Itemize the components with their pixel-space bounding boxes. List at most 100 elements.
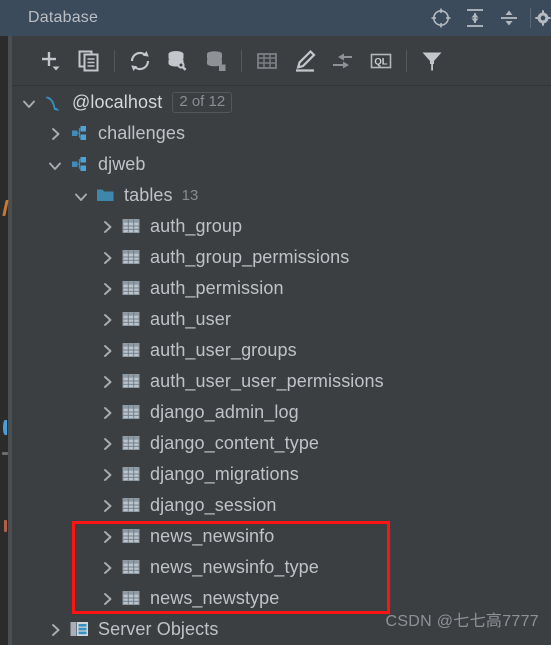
table-icon (118, 490, 144, 521)
table-editor-icon[interactable] (248, 42, 286, 80)
sliver-header (0, 0, 12, 36)
tree-node-djweb[interactable]: djweb (12, 149, 551, 180)
tree-node-label: auth_group (150, 216, 243, 236)
tree-node-label: djweb (98, 154, 146, 174)
tree-node-label: @localhost (72, 92, 163, 112)
table-icon (118, 583, 144, 614)
tree-node-django_content_type[interactable]: django_content_type (12, 428, 551, 459)
adjacent-editor-sliver (0, 0, 12, 645)
tree-node-label: django_content_type (150, 433, 320, 453)
tree-node-auth_user_groups[interactable]: auth_user_groups (12, 335, 551, 366)
tool-window-header: Database (12, 0, 551, 36)
folder-icon (92, 180, 118, 211)
table-icon (118, 273, 144, 304)
chevron-right-icon[interactable] (96, 490, 118, 521)
toolbar-divider-3 (406, 49, 407, 72)
tree-node-challenges[interactable]: challenges (12, 118, 551, 149)
chevron-right-icon[interactable] (96, 242, 118, 273)
chevron-right-icon[interactable] (96, 273, 118, 304)
filter-icon[interactable] (413, 42, 451, 80)
child-count-badge: 13 (181, 187, 199, 204)
tree-node-news_newsinfo[interactable]: news_newsinfo (12, 521, 551, 552)
watermark: CSDN @七七高7777 (385, 613, 539, 630)
collapse-all-icon[interactable] (492, 0, 526, 36)
chevron-right-icon[interactable] (96, 366, 118, 397)
header-divider (530, 8, 531, 28)
chevron-down-icon[interactable] (70, 180, 92, 211)
table-icon (118, 366, 144, 397)
tree-node-news_newsinfo_type[interactable]: news_newsinfo_type (12, 552, 551, 583)
table-icon (118, 428, 144, 459)
chevron-right-icon[interactable] (96, 552, 118, 583)
tree-node-auth_permission[interactable]: auth_permission (12, 273, 551, 304)
modify-icon[interactable] (286, 42, 324, 80)
table-icon (118, 521, 144, 552)
chevron-right-icon[interactable] (96, 583, 118, 614)
chevron-right-icon[interactable] (96, 335, 118, 366)
tree-node-auth_group[interactable]: auth_group (12, 211, 551, 242)
tree-node-tables[interactable]: tables 13 (12, 180, 551, 211)
query-language-icon[interactable]: QL (362, 42, 400, 80)
chevron-right-icon[interactable] (44, 614, 66, 645)
tree-node-label: auth_user_groups (150, 340, 297, 360)
tree-node-auth_user_user_permissions[interactable]: auth_user_user_permissions (12, 366, 551, 397)
svg-text:QL: QL (374, 56, 387, 67)
tree-node-django_migrations[interactable]: django_migrations (12, 459, 551, 490)
sliver-code-fragment-red (4, 520, 7, 532)
tree-node-label: auth_group_permissions (150, 247, 350, 267)
tree-node-django_admin_log[interactable]: django_admin_log (12, 397, 551, 428)
table-icon (118, 335, 144, 366)
tree-node-auth_group_permissions[interactable]: auth_group_permissions (12, 242, 551, 273)
jump-to-icon[interactable] (324, 42, 362, 80)
schema-selection-badge[interactable]: 2 of 12 (172, 91, 233, 114)
tree-node-label: auth_permission (150, 278, 284, 298)
mysql-dolphin-icon (40, 87, 66, 118)
settings-gear-icon[interactable] (535, 0, 551, 36)
expand-all-icon[interactable] (458, 0, 492, 36)
tree-node-label: auth_user (150, 309, 231, 329)
chevron-right-icon[interactable] (96, 459, 118, 490)
table-icon (118, 242, 144, 273)
tree-node-label: Server Objects (98, 619, 219, 639)
table-icon (118, 397, 144, 428)
tree-node-django_session[interactable]: django_session (12, 490, 551, 521)
chevron-down-icon[interactable] (18, 87, 40, 118)
server-objects-icon (66, 614, 92, 645)
table-icon (118, 304, 144, 335)
chevron-right-icon[interactable] (96, 397, 118, 428)
data-sources-icon[interactable] (197, 42, 235, 80)
tree-node-label: django_admin_log (150, 402, 299, 422)
database-tools-icon[interactable] (159, 42, 197, 80)
header-action-group (424, 0, 551, 36)
chevron-right-icon[interactable] (44, 118, 66, 149)
sliver-code-fragment-gray (2, 452, 8, 455)
tree-node-label: news_newstype (150, 588, 280, 608)
toolbar-divider-2 (241, 49, 242, 72)
table-icon (118, 552, 144, 583)
tree-node-label: django_session (150, 495, 277, 515)
locate-in-tree-icon[interactable] (424, 0, 458, 36)
toolbar-divider (114, 49, 115, 72)
duplicate-icon[interactable] (70, 42, 108, 80)
table-icon (118, 459, 144, 490)
database-toolbar: QL (12, 36, 551, 86)
table-icon (118, 211, 144, 242)
sliver-code-fragment-blue (3, 420, 7, 435)
chevron-down-icon[interactable] (44, 149, 66, 180)
tree-node--localhost[interactable]: @localhost 2 of 12 (12, 87, 551, 118)
tree-node-label: auth_user_user_permissions (150, 371, 384, 391)
schema-icon (66, 118, 92, 149)
refresh-icon[interactable] (121, 42, 159, 80)
chevron-right-icon[interactable] (96, 428, 118, 459)
tree-node-label: django_migrations (150, 464, 299, 484)
add-new-icon[interactable] (32, 42, 70, 80)
database-tree[interactable]: @localhost 2 of 12 challenges djweb tables 13… (12, 87, 551, 645)
tree-node-label: tables (124, 185, 173, 205)
chevron-right-icon[interactable] (96, 304, 118, 335)
tree-node-label: news_newsinfo_type (150, 557, 319, 577)
chevron-right-icon[interactable] (96, 211, 118, 242)
page-title: Database (28, 9, 99, 26)
tree-node-auth_user[interactable]: auth_user (12, 304, 551, 335)
chevron-right-icon[interactable] (96, 521, 118, 552)
tree-node-label: news_newsinfo (150, 526, 275, 546)
